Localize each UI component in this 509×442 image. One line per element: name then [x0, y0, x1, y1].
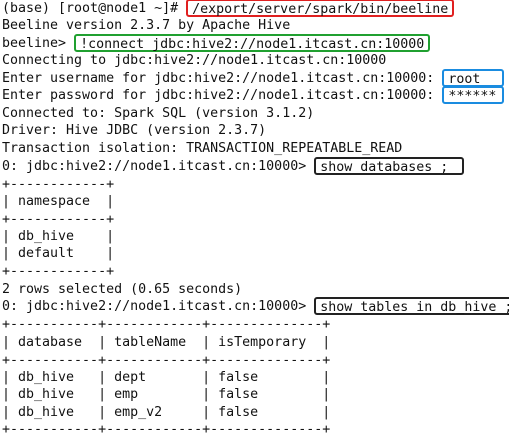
rows-selected-summary: 2 rows selected (0.65 seconds) — [2, 282, 243, 297]
table2-border-mid: +-----------+------------+--------------… — [2, 353, 331, 368]
beeline-prompt: beeline> — [2, 36, 75, 51]
beeline-command: /export/server/spark/bin/beeline — [186, 0, 455, 17]
table2-border-bottom: +-----------+------------+--------------… — [2, 422, 331, 437]
connecting-line: Connecting to jdbc:hive2://node1.itcast.… — [2, 53, 387, 68]
table1-border-mid: +------------+ — [2, 212, 115, 227]
connected-line: Connected to: Spark SQL (version 3.1.2) — [2, 106, 315, 121]
table1-row: | db_hive | — [2, 229, 115, 244]
beeline-version-line: Beeline version 2.3.7 by Apache Hive — [2, 18, 291, 33]
password-line: Enter password for jdbc:hive2://node1.it… — [2, 86, 505, 105]
table2-row: | db_hive | emp_v2 | false | — [2, 405, 331, 420]
table2-border-top: +-----------+------------+--------------… — [2, 317, 331, 332]
driver-line: Driver: Hive JDBC (version 2.3.7) — [2, 123, 267, 138]
password-prompt: Enter password for jdbc:hive2://node1.it… — [2, 88, 443, 103]
query1-line: 0: jdbc:hive2://node1.itcast.cn:10000> s… — [2, 157, 465, 176]
username-line: Enter username for jdbc:hive2://node1.it… — [2, 69, 505, 88]
username-value: root — [442, 69, 505, 87]
table2-header: | database | tableName | isTemporary | — [2, 335, 331, 350]
session-prompt: 0: jdbc:hive2://node1.itcast.cn:10000> — [2, 299, 315, 314]
query2-line: 0: jdbc:hive2://node1.itcast.cn:10000> s… — [2, 297, 509, 316]
shell-command-line: (base) [root@node1 ~]# /export/server/sp… — [2, 0, 455, 18]
table2-row: | db_hive | emp | false | — [2, 387, 331, 402]
terminal-window[interactable]: (base) [root@node1 ~]# /export/server/sp… — [0, 0, 509, 442]
username-prompt: Enter username for jdbc:hive2://node1.it… — [2, 71, 443, 86]
isolation-line: Transaction isolation: TRANSACTION_REPEA… — [2, 141, 403, 156]
connect-command-line: beeline> !connect jdbc:hive2://node1.itc… — [2, 34, 431, 53]
table1-header: | namespace | — [2, 194, 115, 209]
password-value: ****** — [442, 86, 505, 104]
query2-command: show tables in db_hive ; — [314, 297, 509, 315]
session-prompt: 0: jdbc:hive2://node1.itcast.cn:10000> — [2, 159, 315, 174]
table1-row: | default | — [2, 246, 115, 261]
table1-border-top: +------------+ — [2, 177, 115, 192]
query1-command: show databases ; — [314, 157, 465, 175]
table1-border-bottom: +------------+ — [2, 264, 115, 279]
connect-command: !connect jdbc:hive2://node1.itcast.cn:10… — [74, 34, 431, 52]
table2-row: | db_hive | dept | false | — [2, 370, 331, 385]
shell-prompt: (base) [root@node1 ~]# — [2, 1, 187, 16]
